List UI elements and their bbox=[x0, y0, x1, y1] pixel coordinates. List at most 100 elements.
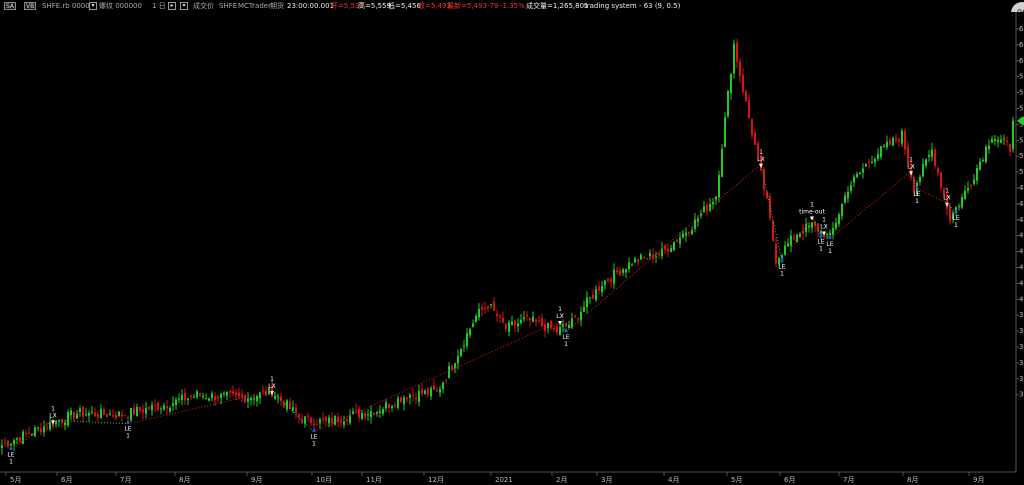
candle-body bbox=[961, 196, 963, 208]
candle-body bbox=[100, 408, 102, 419]
candle-body bbox=[64, 422, 66, 425]
candle-body bbox=[493, 301, 495, 311]
marker-count: 1 bbox=[558, 306, 562, 313]
marker-label: LE bbox=[562, 334, 569, 341]
candle-body bbox=[727, 90, 729, 117]
candle-body bbox=[496, 313, 498, 317]
candle-body bbox=[571, 318, 573, 328]
candle-body bbox=[541, 318, 543, 327]
candle-body bbox=[7, 440, 9, 447]
y-tick-label: 3. bbox=[1019, 391, 1024, 399]
period-dropdown-icon[interactable]: ▸ bbox=[168, 2, 176, 10]
candle-body bbox=[331, 418, 333, 424]
candle-body bbox=[550, 321, 552, 329]
candle-body bbox=[892, 137, 894, 146]
candle-body bbox=[805, 224, 807, 233]
candle-body bbox=[865, 163, 867, 167]
candle-body bbox=[517, 323, 519, 327]
candle-body bbox=[469, 329, 471, 336]
candle-body bbox=[889, 140, 891, 145]
candle-body bbox=[103, 409, 105, 415]
exchange-label: SHFE bbox=[219, 2, 238, 10]
marker-count: 1 bbox=[126, 433, 130, 440]
candle-body bbox=[730, 74, 732, 94]
price-type-dropdown-icon[interactable]: ▾ bbox=[180, 2, 188, 10]
candle-body bbox=[340, 420, 342, 423]
candle-body bbox=[142, 409, 144, 413]
candle-body bbox=[94, 412, 96, 417]
candle-body bbox=[862, 168, 864, 173]
candle-body bbox=[253, 398, 255, 400]
candle-body bbox=[130, 407, 132, 421]
marker-count: 1 bbox=[909, 156, 913, 163]
x-tick-label: 8月 bbox=[907, 476, 918, 484]
candle-body bbox=[427, 388, 429, 395]
candle-body bbox=[601, 286, 603, 293]
marker-label: LE bbox=[124, 426, 131, 433]
candle-body bbox=[667, 248, 669, 252]
instrument-dropdown-icon[interactable]: ▾ bbox=[89, 2, 97, 10]
period-label: 1 日 bbox=[152, 2, 166, 10]
candle-body bbox=[847, 191, 849, 199]
price-chart[interactable]: LE1LX1LE1LX1LE1LX1LE1LX1LE1time-out1LE1L… bbox=[0, 12, 1024, 485]
candle-body bbox=[454, 363, 456, 368]
y-tick-label: 5. bbox=[1019, 136, 1024, 144]
candle-body bbox=[169, 407, 171, 412]
candle-body bbox=[424, 390, 426, 394]
candle-body bbox=[115, 414, 117, 419]
candle-body bbox=[751, 119, 753, 135]
candle-body bbox=[385, 402, 387, 409]
sub-chart-button[interactable]: VB bbox=[24, 2, 37, 10]
candle-body bbox=[835, 222, 837, 229]
candle-body bbox=[244, 394, 246, 403]
candle-body bbox=[616, 270, 618, 273]
candle-body bbox=[202, 396, 204, 398]
sa-button[interactable]: SA bbox=[4, 2, 17, 10]
candle-body bbox=[181, 394, 183, 401]
marker-label: LX bbox=[943, 195, 950, 202]
candle-body bbox=[709, 203, 711, 211]
candle-body bbox=[190, 395, 192, 397]
y-tick-label: 3. bbox=[1019, 343, 1024, 351]
candle-body bbox=[979, 161, 981, 170]
candle-body bbox=[358, 408, 360, 418]
candle-body bbox=[547, 322, 549, 329]
candle-body bbox=[502, 317, 504, 323]
candle-body bbox=[850, 185, 852, 191]
y-tick-label: 6. bbox=[1019, 57, 1024, 65]
y-tick-label: 4. bbox=[1019, 232, 1024, 240]
marker-count: 1 bbox=[954, 222, 958, 229]
candle-body bbox=[391, 406, 393, 408]
candle-body bbox=[250, 397, 252, 401]
candle-body bbox=[880, 146, 882, 157]
candle-body bbox=[790, 235, 792, 246]
candle-body bbox=[88, 412, 90, 416]
candle-body bbox=[70, 410, 72, 416]
candle-body bbox=[754, 132, 756, 145]
x-tick-label: 7月 bbox=[120, 476, 131, 484]
candle-body bbox=[682, 233, 684, 238]
candle-body bbox=[313, 423, 315, 426]
candle-body bbox=[922, 163, 924, 177]
candle-body bbox=[574, 315, 576, 317]
y-tick-label: 3. bbox=[1019, 311, 1024, 319]
candle-body bbox=[232, 391, 234, 394]
marker-label: LX bbox=[907, 163, 914, 170]
candle-body bbox=[484, 307, 486, 309]
y-tick-label: 6. bbox=[1019, 25, 1024, 33]
candle-body bbox=[34, 427, 36, 437]
candle-body bbox=[289, 401, 291, 409]
candle-body bbox=[619, 270, 621, 276]
marker-count: 1 bbox=[51, 405, 55, 412]
candle-body bbox=[589, 297, 591, 299]
candle-body bbox=[904, 131, 906, 150]
candle-body bbox=[679, 237, 681, 244]
candle-body bbox=[748, 99, 750, 118]
candle-body bbox=[274, 396, 276, 399]
candle-body bbox=[166, 406, 168, 409]
candle-body bbox=[160, 408, 162, 410]
candle-body bbox=[964, 191, 966, 200]
candle-body bbox=[625, 269, 627, 273]
candle-body bbox=[919, 176, 921, 183]
candle-body bbox=[466, 333, 468, 347]
